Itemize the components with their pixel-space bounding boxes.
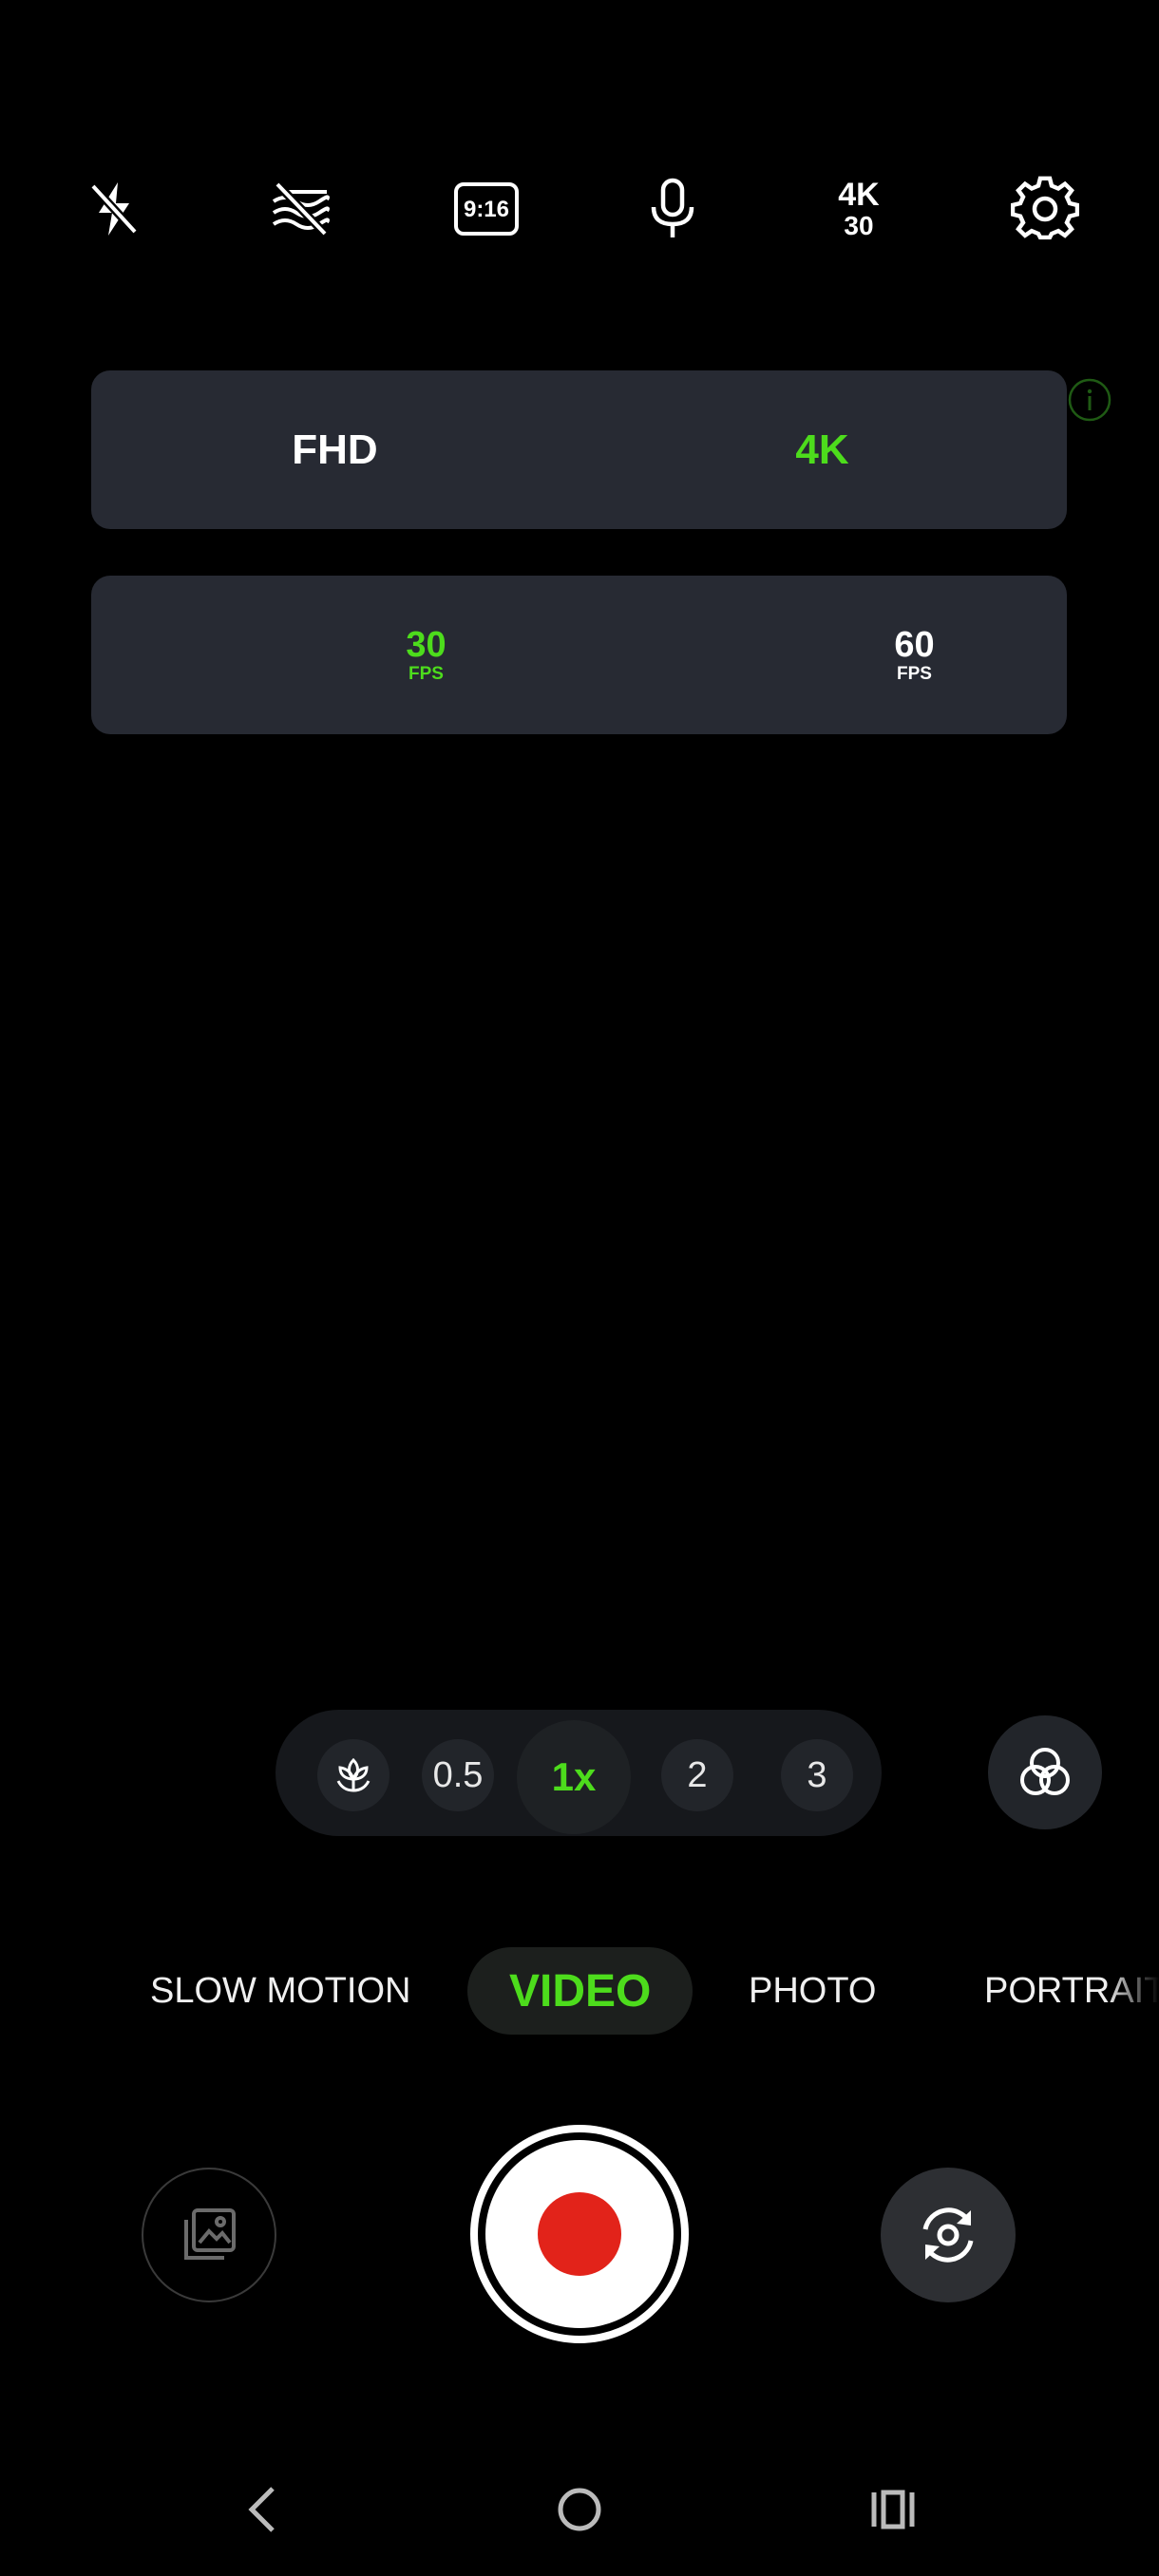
mode-portrait[interactable]: PORTRAIT [984, 1947, 1159, 2035]
record-button[interactable] [470, 2125, 689, 2343]
aspect-ratio-text: 9:16 [464, 197, 509, 222]
info-icon[interactable] [1067, 377, 1112, 423]
mode-video[interactable]: VIDEO [467, 1947, 694, 2035]
resolution-badge[interactable]: 4K 30 [811, 161, 906, 256]
filters-icon [1020, 1748, 1070, 1795]
mode-slow-motion[interactable]: SLOW MOTION [150, 1947, 410, 2035]
recents-icon[interactable] [846, 2462, 940, 2557]
hdr-off-icon[interactable] [253, 161, 348, 256]
macro-button[interactable] [317, 1739, 390, 1811]
flower-icon [336, 1757, 370, 1792]
aspect-ratio-icon[interactable]: 9:16 [439, 161, 534, 256]
zoom-2-button[interactable]: 2 [661, 1739, 733, 1811]
fps-option-30-unit: FPS [408, 664, 444, 684]
top-toolbar: 9:16 4K 30 [0, 161, 1159, 256]
settings-icon[interactable] [998, 161, 1092, 256]
record-dot [538, 2192, 621, 2276]
flash-off-icon[interactable] [66, 161, 162, 256]
record-button-ring [478, 2132, 681, 2336]
navigation-bar [0, 2462, 1159, 2557]
resolution-panel: FHD 4K [91, 370, 1067, 529]
resolution-badge-res: 4K [838, 177, 880, 213]
fps-option-60-unit: FPS [897, 664, 932, 684]
zoom-0-5-button[interactable]: 0.5 [422, 1739, 494, 1811]
record-button-inner [485, 2140, 674, 2328]
fps-panel: 30 FPS 60 FPS [91, 576, 1067, 734]
fps-option-30[interactable]: 30 FPS [182, 576, 670, 734]
resolution-option-4k[interactable]: 4K [579, 370, 1066, 529]
fps-option-60-value: 60 [894, 625, 935, 665]
resolution-option-fhd[interactable]: FHD [91, 370, 579, 529]
resolution-badge-fps: 30 [844, 211, 874, 240]
gallery-button[interactable] [142, 2168, 276, 2302]
fps-option-30-value: 30 [406, 625, 446, 665]
fps-option-60[interactable]: 60 FPS [671, 576, 1158, 734]
zoom-3-button[interactable]: 3 [781, 1739, 853, 1811]
microphone-icon[interactable] [625, 161, 720, 256]
home-icon[interactable] [532, 2462, 627, 2557]
zoom-bar: 0.5 1x 2 3 [276, 1710, 882, 1836]
zoom-1x-button[interactable]: 1x [517, 1720, 631, 1834]
gallery-icon [184, 2208, 236, 2260]
flip-camera-icon [922, 2207, 974, 2263]
mode-selector: SLOW MOTION VIDEO PHOTO PORTRAIT [0, 1947, 1159, 2035]
mode-photo[interactable]: PHOTO [749, 1947, 876, 2035]
flip-camera-button[interactable] [881, 2168, 1016, 2302]
filters-button[interactable] [988, 1715, 1102, 1829]
back-icon[interactable] [216, 2462, 311, 2557]
